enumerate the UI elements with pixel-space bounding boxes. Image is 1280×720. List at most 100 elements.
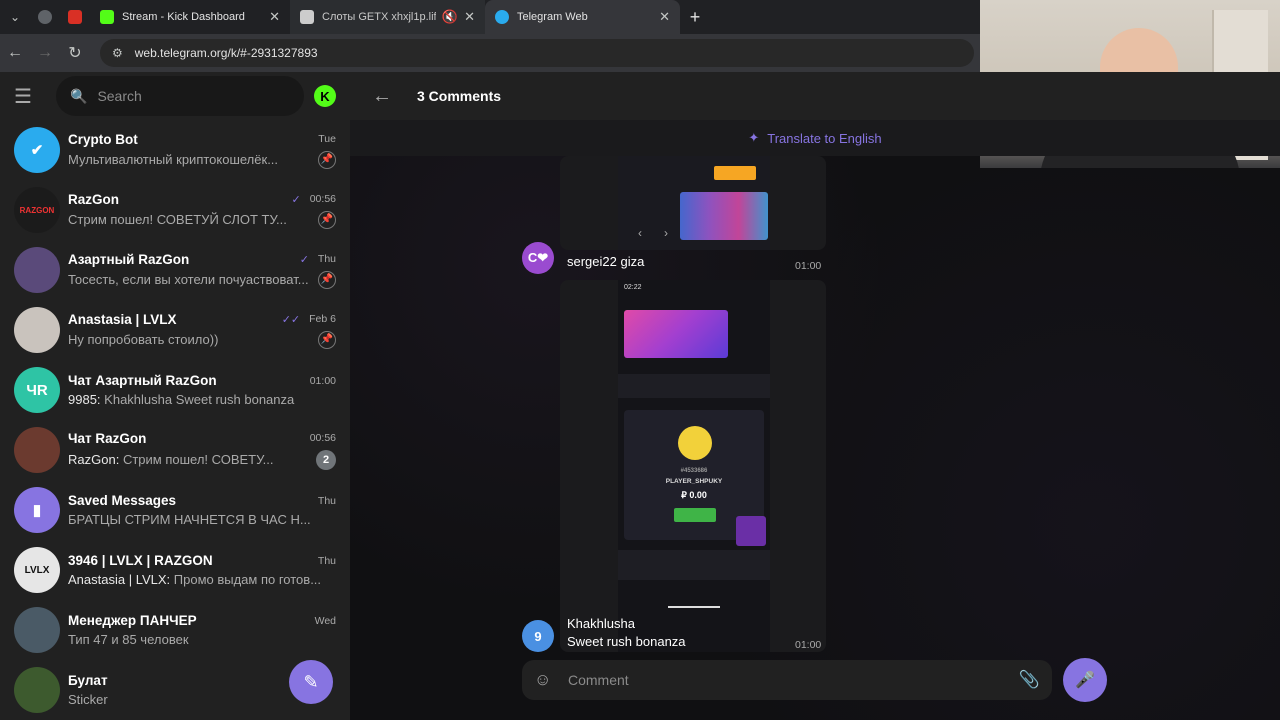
- new-message-button[interactable]: ✎: [289, 660, 333, 704]
- new-tab-button[interactable]: +: [680, 7, 710, 28]
- avatar: ЧR: [14, 367, 60, 413]
- message-author[interactable]: Khakhlusha: [567, 616, 635, 631]
- pinned-tab-icon[interactable]: [30, 0, 60, 34]
- home-indicator: [668, 606, 720, 608]
- pin-icon: 📌: [318, 150, 336, 169]
- chat-item-3946-lvlx-razgon[interactable]: LVLX 3946 | LVLX | RAZGON Thu Anastasia |…: [0, 540, 350, 600]
- avatar: ✔: [14, 127, 60, 173]
- player-name: PLAYER_SHPUKY: [665, 478, 723, 485]
- translate-label: Translate to English: [767, 130, 882, 146]
- deposit-button: [674, 508, 716, 522]
- chat-item-chat-azartny-razgon[interactable]: ЧR Чат Азартный RazGon 01:00 9985: Khakhl…: [0, 360, 350, 420]
- emoji-icon[interactable]: ☺: [534, 670, 564, 690]
- message-time: 01:00: [795, 639, 822, 651]
- tab-label: Telegram Web: [517, 11, 588, 23]
- comments-title: 3 Comments: [417, 88, 502, 104]
- message-time: 01:00: [795, 260, 822, 272]
- chat-time: 00:56: [309, 432, 336, 444]
- avatar: [14, 307, 60, 353]
- avatar[interactable]: 9: [522, 620, 554, 652]
- back-icon[interactable]: ←: [0, 44, 30, 62]
- chat-item-saved-messages[interactable]: ▮ Saved Messages Thu БРАТЦЫ СТРИМ НАЧНЕТС…: [0, 480, 350, 540]
- tab-label: Слоты GETX xhxjl1p.life: [322, 11, 436, 23]
- forward-icon[interactable]: →: [30, 44, 60, 62]
- search-icon: 🔍: [70, 87, 88, 104]
- site-info-icon[interactable]: ⚙: [112, 46, 123, 60]
- message-author[interactable]: sergei22 giza: [567, 254, 644, 269]
- avatar: [14, 667, 60, 713]
- close-icon[interactable]: ✕: [659, 9, 670, 25]
- phone-tabs: [618, 374, 770, 398]
- chat-preview: Стрим пошел! СОВЕТУ...: [122, 452, 274, 467]
- translate-button[interactable]: ✦ Translate to English: [350, 120, 1280, 156]
- url-input[interactable]: ⚙ web.telegram.org/k/#-2931327893: [100, 39, 974, 67]
- microphone-icon: 🎤: [1075, 672, 1095, 689]
- comment-composer[interactable]: ☺ Comment 📎: [522, 660, 1052, 700]
- phone-screenshot: ‹ ›: [618, 156, 770, 250]
- avatar: [14, 427, 60, 473]
- chat-name: Crypto Bot: [68, 131, 138, 147]
- chat-sender: Anastasia | LVLX:: [68, 572, 171, 587]
- chat-item-crypto-bot[interactable]: ✔ Crypto Bot Tue Мультивалютный криптокош…: [0, 120, 350, 180]
- chat-time: Feb 6: [309, 313, 336, 325]
- message-image[interactable]: 02:22 #4533686 PLAYER_SHPUKY ₽ 0.00: [560, 280, 826, 652]
- close-icon[interactable]: ✕: [464, 9, 475, 25]
- message-text: Sweet rush bonanza: [567, 634, 686, 649]
- kick-favicon-icon: [100, 10, 114, 24]
- phone-screenshot: 02:22 #4533686 PLAYER_SHPUKY ₽ 0.00: [618, 280, 770, 652]
- getx-favicon-icon: [300, 10, 314, 24]
- attach-icon[interactable]: 📎: [1019, 670, 1040, 690]
- chat-item-anastasia-lvlx[interactable]: Anastasia | LVLX ✓✓ Feb 6 Ну попробовать с…: [0, 300, 350, 360]
- chat-time: Wed: [314, 614, 336, 627]
- tab-label: Stream - Kick Dashboard: [122, 11, 245, 23]
- pin-icon: 📌: [318, 270, 336, 289]
- chat-time: Thu: [317, 253, 336, 265]
- chevron-right-icon: ›: [664, 226, 668, 240]
- chat-time: Tue: [318, 133, 336, 145]
- mute-icon[interactable]: 🔇: [442, 9, 458, 25]
- tab-search-chevron-icon[interactable]: ⌄: [0, 0, 30, 34]
- chat-preview: Тосесть, если вы хотели почуаствоват...: [68, 272, 309, 287]
- message-image[interactable]: ‹ ›: [560, 156, 826, 250]
- promo-apply-button: [714, 166, 756, 180]
- slot-thumbnails: [680, 192, 768, 240]
- tab-kick-dashboard[interactable]: Stream - Kick Dashboard ✕: [90, 0, 290, 34]
- comments-header: ← 3 Comments: [350, 72, 1280, 120]
- sidebar-header: ☰ 🔍 Search K: [0, 72, 350, 120]
- search-input[interactable]: 🔍 Search: [56, 76, 304, 116]
- search-placeholder: Search: [97, 88, 142, 104]
- pin-icon: 📌: [318, 210, 336, 229]
- gift-icon: [736, 516, 766, 546]
- read-check-icon: ✓: [291, 193, 301, 206]
- comment-input[interactable]: Comment: [568, 672, 1019, 688]
- chat-name: Anastasia | LVLX: [68, 311, 177, 327]
- close-icon[interactable]: ✕: [269, 9, 280, 25]
- telegram-favicon-icon: [495, 10, 509, 24]
- chat-name: 3946 | LVLX | RAZGON: [68, 553, 213, 568]
- pencil-icon: ✎: [303, 671, 319, 692]
- chat-preview: БРАТЦЫ СТРИМ НАЧНЕТСЯ В ЧАС Н...: [68, 512, 311, 527]
- chat-name: Чат RazGon: [68, 430, 147, 446]
- chat-name: RazGon: [68, 191, 120, 207]
- reload-icon[interactable]: ↻: [60, 43, 90, 63]
- chat-item-chat-razgon[interactable]: Чат RazGon 00:56 RazGon: Стрим пошел! СОВ…: [0, 420, 350, 480]
- chat-item-azartny-razgon[interactable]: Азартный RazGon ✓ Thu Тосесть, если вы хот…: [0, 240, 350, 300]
- chat-item-manager-puncher[interactable]: Менеджер ПАНЧЕР Wed Тип 47 и 85 человек: [0, 600, 350, 660]
- menu-icon[interactable]: ☰: [14, 84, 46, 109]
- avatar[interactable]: C❤: [522, 242, 554, 274]
- profile-card: #4533686 PLAYER_SHPUKY ₽ 0.00: [624, 410, 766, 546]
- browser-tab-bar: ⌄ Stream - Kick Dashboard ✕ Слоты GETX x…: [0, 0, 980, 34]
- back-arrow-icon[interactable]: ←: [372, 85, 412, 108]
- unread-badge: 2: [316, 449, 336, 470]
- chat-sender: RazGon:: [68, 452, 120, 467]
- kick-extension-icon[interactable]: K: [314, 85, 336, 107]
- comments-panel: ← 3 Comments ✦ Translate to English ‹ › …: [350, 72, 1280, 720]
- chat-preview: Khakhlusha Sweet rush bonanza: [104, 392, 295, 407]
- tab-telegram-web[interactable]: Telegram Web ✕: [485, 0, 680, 34]
- tab-slots-getx[interactable]: Слоты GETX xhxjl1p.life 🔇 ✕: [290, 0, 485, 34]
- pinned-tab-red-icon[interactable]: [60, 0, 90, 34]
- chat-name: Чат Азартный RazGon: [68, 373, 217, 388]
- avatar: [14, 607, 60, 653]
- chat-item-razgon[interactable]: RAZGON RazGon ✓ 00:56 Стрим пошел! СОВЕТУЙ…: [0, 180, 350, 240]
- voice-record-button[interactable]: 🎤: [1063, 658, 1107, 702]
